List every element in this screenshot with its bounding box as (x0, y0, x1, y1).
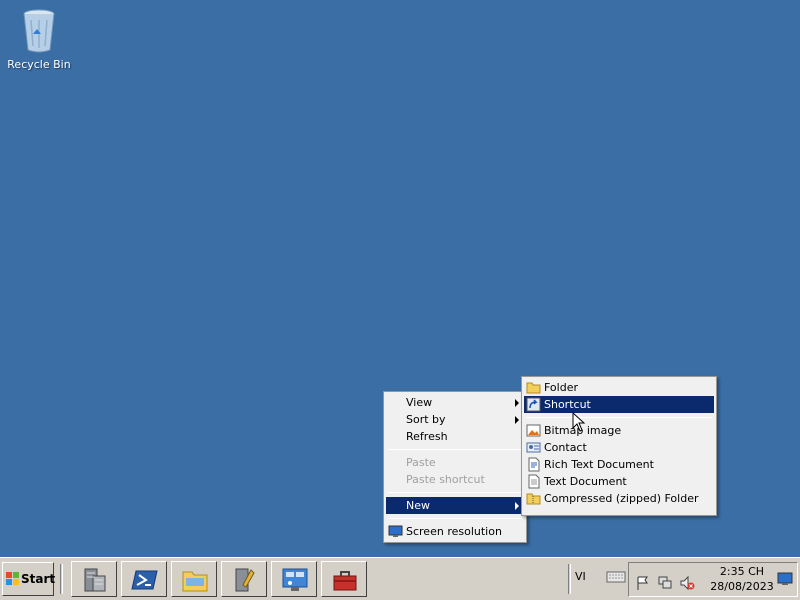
clock-date: 28/08/2023 (710, 580, 774, 593)
menu-item-new-text-document[interactable]: Text Document (524, 473, 714, 490)
menu-item-label: Sort by (406, 413, 446, 426)
show-desktop-icon[interactable] (777, 572, 793, 586)
menu-item-label: Compressed (zipped) Folder (544, 492, 699, 505)
menu-item-label: New (406, 499, 430, 512)
desktop-icon-recycle-bin[interactable]: Recycle Bin (6, 6, 72, 74)
zip-folder-icon (526, 493, 541, 505)
clock-time: 2:35 CH (719, 565, 765, 578)
new-submenu: Folder Shortcut Bitmap image Contact Ric… (521, 376, 717, 516)
taskbar-grip[interactable] (568, 564, 571, 594)
menu-item-new[interactable]: New (386, 497, 524, 514)
taskbar-toolbox[interactable] (321, 561, 367, 597)
menu-item-new-shortcut[interactable]: Shortcut (524, 396, 714, 413)
clock[interactable]: 2:35 CH 28/08/2023 (709, 564, 775, 594)
taskbar-server-manager[interactable] (71, 561, 117, 597)
menu-separator (388, 492, 522, 493)
start-label: Start (21, 572, 56, 586)
file-explorer-icon (182, 571, 208, 592)
bitmap-icon (526, 424, 541, 437)
menu-item-label: Paste (406, 456, 436, 469)
taskbar-admin-tools[interactable] (221, 561, 267, 597)
menu-item-label: View (406, 396, 433, 409)
menu-separator (388, 449, 522, 450)
taskbar-grip[interactable] (60, 564, 63, 594)
menu-item-label: Paste shortcut (406, 473, 485, 486)
menu-item-new-rich-text[interactable]: Rich Text Document (524, 456, 714, 473)
menu-item-label: Refresh (406, 430, 448, 443)
toolbox-icon (333, 571, 357, 591)
menu-item-label: Folder (544, 381, 578, 394)
submenu-arrow-icon (515, 416, 519, 424)
menu-item-paste: Paste (386, 454, 524, 471)
folder-icon (526, 382, 541, 394)
menu-item-paste-shortcut: Paste shortcut (386, 471, 524, 488)
menu-item-label: Screen resolution (406, 525, 502, 538)
menu-item-label: Shortcut (544, 398, 591, 411)
menu-item-screen-resolution[interactable]: Screen resolution (386, 523, 524, 540)
action-center-flag-icon[interactable] (635, 575, 651, 591)
desktop[interactable]: Recycle Bin View Sort by Refresh Paste P… (0, 0, 800, 557)
submenu-arrow-icon (515, 399, 519, 407)
recycle-bin-icon (23, 9, 55, 53)
menu-item-view[interactable]: View (386, 394, 524, 411)
taskbar-file-explorer[interactable] (171, 561, 217, 597)
submenu-arrow-icon (515, 502, 519, 510)
desktop-icon-label: Recycle Bin (7, 58, 71, 71)
rich-text-icon (528, 457, 540, 472)
mouse-cursor-icon (572, 412, 586, 432)
menu-item-new-folder[interactable]: Folder (524, 379, 714, 396)
language-indicator[interactable]: VI (575, 570, 586, 583)
menu-item-label: Rich Text Document (544, 458, 654, 471)
start-button[interactable]: Start (2, 562, 56, 596)
menu-item-refresh[interactable]: Refresh (386, 428, 524, 445)
menu-item-label: Text Document (544, 475, 627, 488)
powershell-icon (131, 570, 158, 590)
taskbar-powershell[interactable] (121, 561, 167, 597)
windows-logo-icon (6, 572, 19, 585)
menu-item-new-zip-folder[interactable]: Compressed (zipped) Folder (524, 490, 714, 507)
menu-item-label: Contact (544, 441, 587, 454)
menu-item-new-contact[interactable]: Contact (524, 439, 714, 456)
control-panel-icon (282, 568, 308, 591)
menu-separator (388, 518, 522, 519)
contact-icon (526, 442, 541, 453)
taskbar: Start VI 2:35 CH 28/08/2023 (0, 557, 800, 600)
text-document-icon (528, 474, 540, 489)
menu-separator (526, 417, 712, 418)
menu-item-new-bitmap[interactable]: Bitmap image (524, 422, 714, 439)
server-manager-icon (84, 568, 106, 592)
desktop-context-menu: View Sort by Refresh Paste Paste shortcu… (383, 391, 527, 543)
shortcut-icon (526, 397, 541, 412)
menu-item-sort-by[interactable]: Sort by (386, 411, 524, 428)
volume-muted-icon[interactable] (679, 575, 695, 591)
screen-resolution-icon (388, 525, 403, 537)
network-icon[interactable] (657, 575, 673, 591)
admin-tools-icon (235, 568, 255, 592)
system-tray: 2:35 CH 28/08/2023 (628, 562, 798, 597)
taskbar-control-panel[interactable] (271, 561, 317, 597)
keyboard-icon[interactable] (606, 569, 626, 585)
